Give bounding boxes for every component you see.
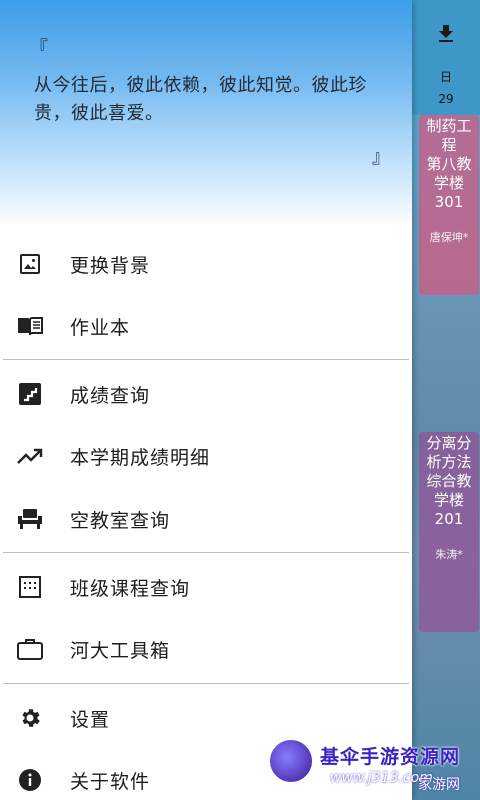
course-line: 制药工 <box>426 117 472 135</box>
course-line: 分离分 <box>426 434 472 452</box>
menu-item-label: 关于软件 <box>70 770 151 793</box>
chair-icon <box>17 506 43 532</box>
course-line: 301 <box>434 193 464 211</box>
course-line: 201 <box>434 510 464 528</box>
image-icon <box>17 251 43 277</box>
course-line: 第八教 <box>426 155 472 173</box>
menu-item-label: 设置 <box>70 708 111 731</box>
menu-item-label: 河大工具箱 <box>70 639 171 662</box>
menu-item-homework[interactable]: 作业本 <box>0 295 412 357</box>
watermark: 基伞手游资源网 www.j313.com 家游网 <box>268 736 480 800</box>
download-icon[interactable] <box>434 22 458 46</box>
menu-item-grade-query[interactable]: 成绩查询 <box>0 363 412 425</box>
menu-divider <box>3 359 409 360</box>
calendar-grid-icon <box>17 574 43 600</box>
menu-item-label: 班级课程查询 <box>70 577 191 600</box>
briefcase-icon <box>17 636 43 662</box>
info-icon <box>17 767 43 793</box>
menu-divider <box>3 683 409 684</box>
watermark-subtitle: 家游网 <box>418 777 460 793</box>
menu-item-label: 空教室查询 <box>70 509 171 532</box>
date-label: 29 <box>438 92 454 106</box>
course-teacher: 唐保坤* <box>429 231 469 244</box>
drawer-header: 『 从今往后，彼此依赖，彼此知觉。彼此珍贵，彼此喜爱。 』 <box>0 0 412 228</box>
menu-item-toolbox[interactable]: 河大工具箱 <box>0 618 412 680</box>
course-card[interactable]: 分离分 析方法 综合教 学楼 201 朱涛* <box>419 432 479 632</box>
menu-item-semester-grades[interactable]: 本学期成绩明细 <box>0 425 412 487</box>
daily-quote: 从今往后，彼此依赖，彼此知觉。彼此珍贵，彼此喜爱。 <box>34 75 367 124</box>
course-line: 程 <box>441 136 457 154</box>
stairs-icon <box>17 381 43 407</box>
navigation-drawer: 『 从今往后，彼此依赖，彼此知觉。彼此珍贵，彼此喜爱。 』 更换背景 作业本 成… <box>0 0 412 800</box>
course-line: 学楼 <box>433 491 464 509</box>
course-teacher: 朱涛* <box>435 548 463 561</box>
menu-item-label: 更换背景 <box>70 254 151 277</box>
watermark-logo <box>268 738 314 784</box>
menu-item-class-courses[interactable]: 班级课程查询 <box>0 556 412 618</box>
quote-close-mark: 』 <box>372 147 390 168</box>
menu-item-change-background[interactable]: 更换背景 <box>0 233 412 295</box>
weekday-label: 日 <box>439 70 452 84</box>
quote-open-mark: 『 <box>30 38 48 59</box>
course-line: 析方法 <box>426 453 472 471</box>
trending-up-icon <box>17 443 43 469</box>
menu-item-empty-classroom[interactable]: 空教室查询 <box>0 488 412 550</box>
gear-icon <box>17 705 43 731</box>
book-icon <box>17 313 43 339</box>
course-line: 学楼 <box>433 174 464 192</box>
menu-item-label: 本学期成绩明细 <box>70 446 211 469</box>
menu-divider <box>3 552 409 553</box>
watermark-title: 基伞手游资源网 <box>320 746 461 768</box>
course-card[interactable]: 制药工 程 第八教 学楼 301 唐保坤* <box>419 115 479 295</box>
course-line: 综合教 <box>426 472 472 490</box>
menu-item-label: 成绩查询 <box>70 384 151 407</box>
menu-item-label: 作业本 <box>70 316 131 339</box>
